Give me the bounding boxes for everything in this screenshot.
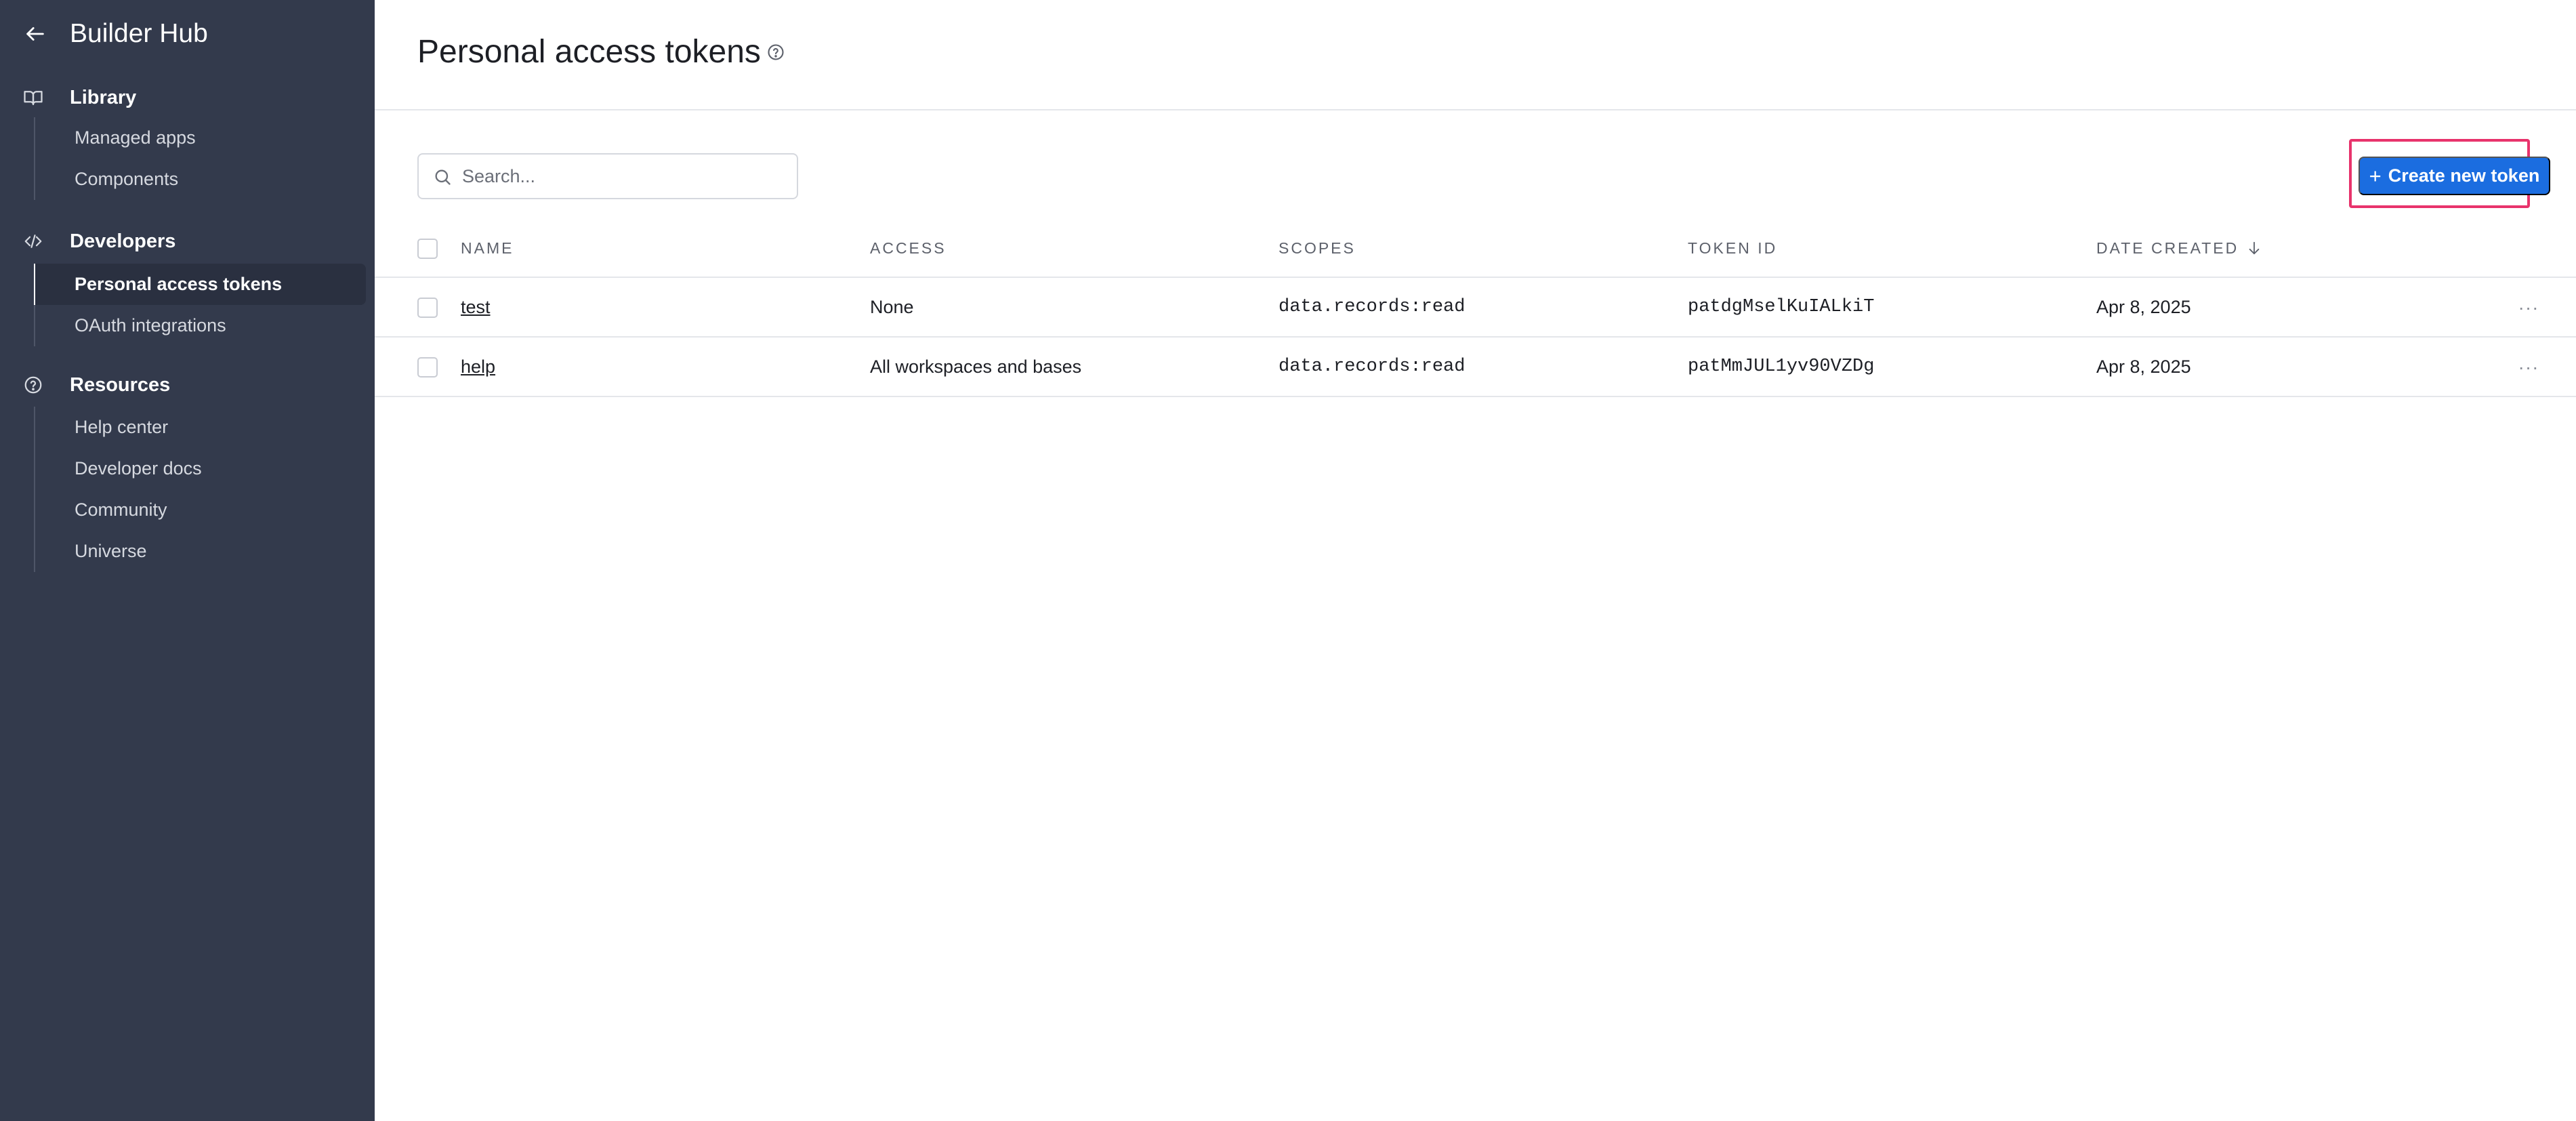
section-header-resources: Resources <box>0 367 375 401</box>
sidebar-item-community[interactable]: Community <box>35 489 366 531</box>
token-name-cell: test <box>461 278 491 336</box>
search-input[interactable] <box>462 160 787 192</box>
token-date-cell: Apr 8, 2025 <box>2096 296 2191 317</box>
search-box <box>417 153 798 199</box>
resources-sub-list: Help center Developer docs Community Uni… <box>34 407 366 572</box>
table-row[interactable]: help All workspaces and bases data.recor… <box>375 338 2576 397</box>
arrow-down-sort-icon[interactable] <box>2247 239 2262 257</box>
page-title: Personal access tokens <box>417 34 761 70</box>
token-name-cell: help <box>461 338 495 396</box>
token-date-cell: Apr 8, 2025 <box>2096 356 2191 377</box>
sidebar-item-managed-apps[interactable]: Managed apps <box>35 117 366 159</box>
sidebar-header: Builder Hub <box>0 0 375 68</box>
sidebar-item-oauth-integrations[interactable]: OAuth integrations <box>35 305 366 346</box>
library-sub-list: Managed apps Components <box>34 117 366 200</box>
token-id-cell: patdgMselKuIALkiT <box>1688 297 1875 317</box>
sidebar-item-universe[interactable]: Universe <box>35 531 366 572</box>
token-name-link[interactable]: help <box>461 356 495 378</box>
code-icon <box>23 231 43 251</box>
help-icon[interactable] <box>766 42 786 62</box>
select-all-checkbox[interactable] <box>417 239 438 259</box>
arrow-left-icon <box>26 27 44 41</box>
app-title: Builder Hub <box>70 19 208 48</box>
token-id-cell: patMmJUL1yv90VZDg <box>1688 356 1875 377</box>
date-created-label: DATE CREATED <box>2096 239 2239 257</box>
main-content: Personal access tokens + Create new toke… <box>375 0 2576 1121</box>
column-header-scopes[interactable]: SCOPES <box>1279 220 1356 277</box>
plus-icon: + <box>2369 164 2382 188</box>
tokens-table: NAME ACCESS SCOPES TOKEN ID DATE CREATED… <box>375 220 2576 397</box>
column-header-name[interactable]: NAME <box>461 220 514 277</box>
more-options-icon[interactable]: ··· <box>2515 295 2542 320</box>
create-new-token-button[interactable]: + Create new token <box>2359 157 2550 195</box>
table-row[interactable]: test None data.records:read patdgMselKuI… <box>375 278 2576 338</box>
row-checkbox[interactable] <box>417 298 438 318</box>
token-access-cell: None <box>870 296 914 317</box>
create-new-token-label: Create new token <box>2388 165 2540 186</box>
back-button[interactable] <box>19 18 51 50</box>
book-icon <box>23 87 43 108</box>
sidebar: Builder Hub Library Managed apps Compone… <box>0 0 375 1121</box>
token-scopes-cell: data.records:read <box>1279 356 1466 377</box>
section-label-developers: Developers <box>70 230 176 252</box>
section-header-developers: Developers <box>0 224 375 258</box>
sidebar-item-personal-access-tokens[interactable]: Personal access tokens <box>34 264 366 305</box>
section-label-library: Library <box>70 87 137 108</box>
column-header-date-created[interactable]: DATE CREATED <box>2096 220 2262 277</box>
token-access-cell: All workspaces and bases <box>870 356 1082 377</box>
token-name-link[interactable]: test <box>461 297 491 318</box>
column-header-token-id[interactable]: TOKEN ID <box>1688 220 1777 277</box>
help-circle-icon <box>23 375 43 395</box>
row-checkbox[interactable] <box>417 357 438 378</box>
sidebar-item-help-center[interactable]: Help center <box>35 407 366 448</box>
page-header: Personal access tokens <box>375 0 2576 110</box>
table-header-row: NAME ACCESS SCOPES TOKEN ID DATE CREATED <box>375 220 2576 278</box>
section-header-library: Library <box>0 80 375 114</box>
sidebar-item-developer-docs[interactable]: Developer docs <box>35 448 366 489</box>
search-icon <box>432 167 453 187</box>
developers-sub-list: Personal access tokens OAuth integration… <box>34 264 366 346</box>
token-scopes-cell: data.records:read <box>1279 297 1466 317</box>
column-header-access[interactable]: ACCESS <box>870 220 947 277</box>
section-label-resources: Resources <box>70 374 171 396</box>
sidebar-item-components[interactable]: Components <box>35 159 366 200</box>
more-options-icon[interactable]: ··· <box>2515 355 2542 380</box>
